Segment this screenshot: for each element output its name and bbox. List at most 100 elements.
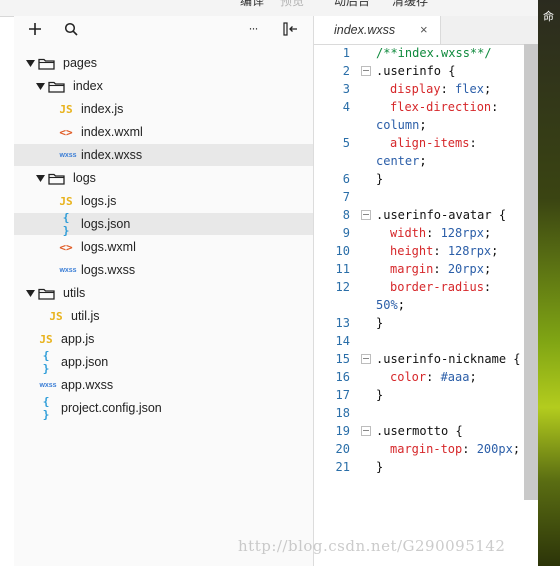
tree-file-util-js[interactable]: JS util.js [14,305,313,327]
wxss-file-icon: wxss [59,266,77,274]
watermark: http://blog.csdn.net/G290095142 [238,537,506,555]
tree-label: index.js [81,102,124,116]
chevron-down-icon[interactable] [34,174,46,182]
plus-icon[interactable] [26,20,44,38]
code-line: 8 .userinfo-avatar { [342,208,507,222]
tree-label: index.wxss [81,148,143,162]
js-file-icon: JS [39,332,53,346]
editor-scrollbar[interactable] [524,44,538,500]
code-line: 4 flex-direction: [342,100,499,114]
tree-file-logs-json[interactable]: { } logs.json [14,211,313,237]
chevron-down-icon[interactable] [34,82,46,90]
file-explorer: ··· pages index JS index.js <> index.wxm… [14,16,314,566]
code-line-wrap: 50%; [376,298,405,312]
preview-button[interactable]: 预览 [280,0,304,9]
editor-tab-bar: index.wxss × [314,16,538,45]
code-line: 19 .usermotto { [335,424,463,438]
code-line: 16 color: #aaa; [335,370,477,384]
code-line: 18 [335,406,350,420]
code-line: 21} [335,460,384,474]
tree-file-app-js[interactable]: JS app.js [14,328,313,350]
folder-icon [36,57,56,70]
fold-icon[interactable] [361,426,371,436]
tree-folder-pages[interactable]: pages [14,52,313,74]
tree-label: project.config.json [61,401,162,415]
tab-label: index.wxss [334,23,396,37]
tree-file-index-wxss[interactable]: wxss index.wxss [14,144,313,166]
chevron-down-icon[interactable] [24,289,36,297]
tree-label: logs.js [81,194,117,208]
code-line: 12 border-radius: [335,280,492,294]
tree-file-project-config-json[interactable]: { } project.config.json [14,395,313,421]
desktop-background: 命 [538,0,560,566]
js-file-icon: JS [59,194,73,208]
tree-label: logs.wxss [81,263,136,277]
compile-button[interactable]: 编译 [240,0,264,9]
tree-label: logs [73,171,96,185]
tree-label: pages [63,56,98,70]
wxss-file-icon: wxss [59,151,77,159]
tree-file-logs-js[interactable]: JS logs.js [14,190,313,212]
code-line: 15 .userinfo-nickname { [335,352,521,366]
tree-folder-index[interactable]: index [14,75,313,97]
tree-label: logs.wxml [81,240,136,254]
desktop-label: 命 [543,11,554,23]
code-line: 2 .userinfo { [342,64,456,78]
code-line: 5 align-items: [342,136,477,150]
code-line-wrap: column; [376,118,427,132]
folder-icon [36,287,56,300]
code-line: 1/**index.wxss**/ [342,46,492,60]
close-icon[interactable]: × [420,22,428,37]
fold-icon[interactable] [361,210,371,220]
code-line: 3 display: flex; [342,82,492,96]
code-line-wrap: center; [376,154,427,168]
tree-label: app.json [61,355,109,369]
tree-folder-utils[interactable]: utils [14,282,313,304]
fold-icon[interactable] [361,354,371,364]
clear-cache-button[interactable]: 清缓存 [392,0,428,9]
json-file-icon: { } [62,211,70,237]
tree-file-logs-wxss[interactable]: wxss logs.wxss [14,259,313,281]
js-file-icon: JS [59,102,73,116]
tree-label: logs.json [81,217,131,231]
tree-label: index [73,79,103,93]
more-button[interactable]: ··· [244,19,262,37]
fold-icon[interactable] [361,66,371,76]
code-line: 13} [335,316,384,330]
remote-debug-button[interactable]: 动后台 [334,0,370,9]
js-file-icon: JS [49,309,63,323]
tree-label: app.wxss [61,378,114,392]
tree-folder-logs[interactable]: logs [14,167,313,189]
code-line: 6} [342,172,384,186]
code-line: 17} [335,388,384,402]
code-line: 10 height: 128rpx; [335,244,499,258]
tree-file-index-wxml[interactable]: <> index.wxml [14,121,313,143]
tree-label: util.js [71,309,100,323]
json-file-icon: { } [42,349,50,375]
folder-icon [46,172,66,185]
chevron-down-icon[interactable] [24,59,36,67]
json-file-icon: { } [42,395,50,421]
search-icon[interactable] [62,20,80,38]
tree-file-logs-wxml[interactable]: <> logs.wxml [14,236,313,258]
explorer-toolbar: ··· [14,16,313,44]
tab-index-wxss[interactable]: index.wxss × [314,16,441,44]
tree-file-app-json[interactable]: { } app.json [14,349,313,375]
collapse-panel-icon[interactable] [282,20,300,38]
code-editor: index.wxss × 1/**index.wxss**/ 2 .userinf… [314,16,538,566]
tree-file-app-wxss[interactable]: wxss app.wxss [14,374,313,396]
wxml-file-icon: <> [59,240,73,254]
code-line: 7 [342,190,350,204]
wxss-file-icon: wxss [39,381,57,389]
wxml-file-icon: <> [59,125,73,139]
code-line: 20 margin-top: 200px; [335,442,521,456]
code-line: 14 [335,334,350,348]
code-line: 11 margin: 20rpx; [335,262,492,276]
code-line: 9 width: 128rpx; [342,226,492,240]
tree-file-index-js[interactable]: JS index.js [14,98,313,120]
tree-label: app.js [61,332,95,346]
top-toolbar: 编译 预览 动后台 清缓存 [0,0,538,17]
tree-label: utils [63,286,86,300]
folder-icon [46,80,66,93]
tree-label: index.wxml [81,125,143,139]
